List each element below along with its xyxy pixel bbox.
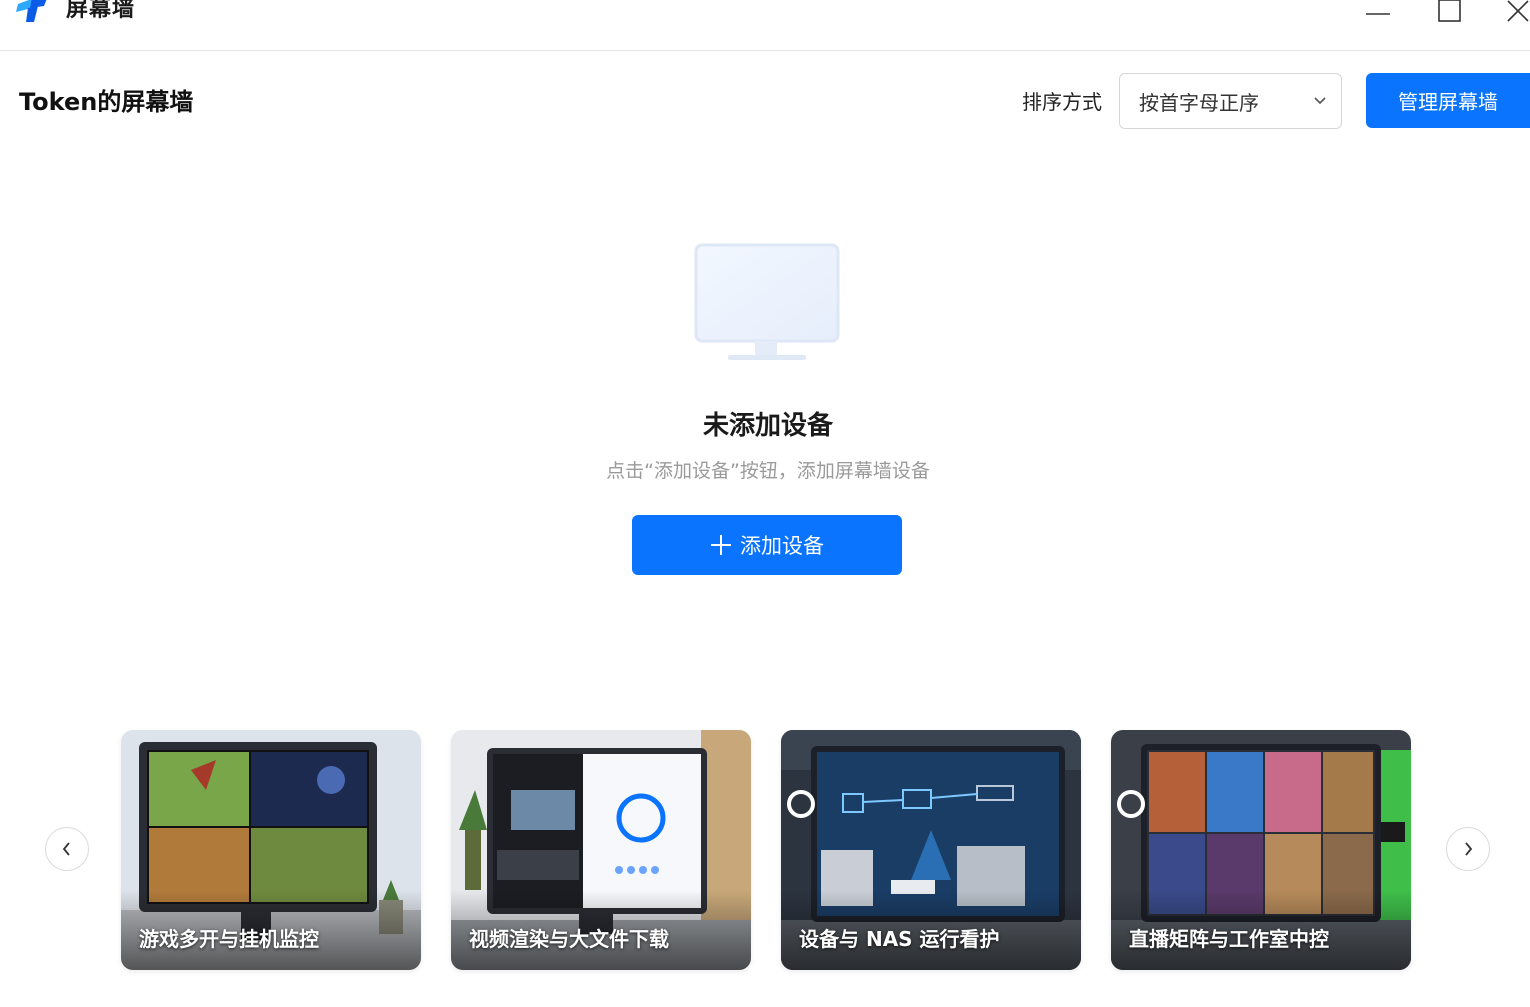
minimize-icon <box>1366 13 1390 15</box>
title-bar: 屏幕墙 <box>0 0 1530 51</box>
add-device-button[interactable]: 添加设备 <box>632 515 902 575</box>
carousel-next-button[interactable] <box>1446 827 1490 871</box>
card-caption: 设备与 NAS 运行看护 <box>799 927 1000 951</box>
empty-title: 未添加设备 <box>702 411 833 441</box>
page-title: Token的屏幕墙 <box>19 88 194 116</box>
close-button[interactable] <box>1500 0 1530 28</box>
scenario-card-gaming[interactable]: 游戏多开与挂机监控 <box>121 730 421 970</box>
chevron-left-icon <box>62 842 70 856</box>
card-caption: 游戏多开与挂机监控 <box>139 927 319 951</box>
carousel-prev-button[interactable] <box>45 827 89 871</box>
scenario-card-nas[interactable]: 设备与 NAS 运行看护 <box>781 730 1081 970</box>
card-caption: 视频渲染与大文件下载 <box>469 927 669 951</box>
maximize-icon <box>1438 0 1461 22</box>
monitor-illustration-icon <box>694 243 840 360</box>
add-device-label: 添加设备 <box>740 535 824 558</box>
empty-subtitle: 点击“添加设备”按钮，添加屏幕墙设备 <box>606 460 930 482</box>
sort-select-value: 按首字母正序 <box>1139 90 1259 115</box>
scenario-card-video[interactable]: 视频渲染与大文件下载 <box>451 730 751 970</box>
plus-icon <box>711 535 731 555</box>
app-logo-icon <box>16 0 47 22</box>
sort-select[interactable]: 按首字母正序 <box>1119 73 1342 129</box>
minimize-button[interactable] <box>1360 0 1396 28</box>
sort-label: 排序方式 <box>1022 90 1102 114</box>
chevron-down-icon <box>1314 97 1326 105</box>
chevron-right-icon <box>1465 842 1473 856</box>
maximize-button[interactable] <box>1432 0 1468 28</box>
scenario-card-streaming[interactable]: 直播矩阵与工作室中控 <box>1111 730 1411 970</box>
close-icon <box>1507 0 1529 22</box>
app-title: 屏幕墙 <box>66 0 136 22</box>
manage-wall-button[interactable]: 管理屏幕墙 <box>1366 73 1530 128</box>
card-caption: 直播矩阵与工作室中控 <box>1129 927 1329 951</box>
